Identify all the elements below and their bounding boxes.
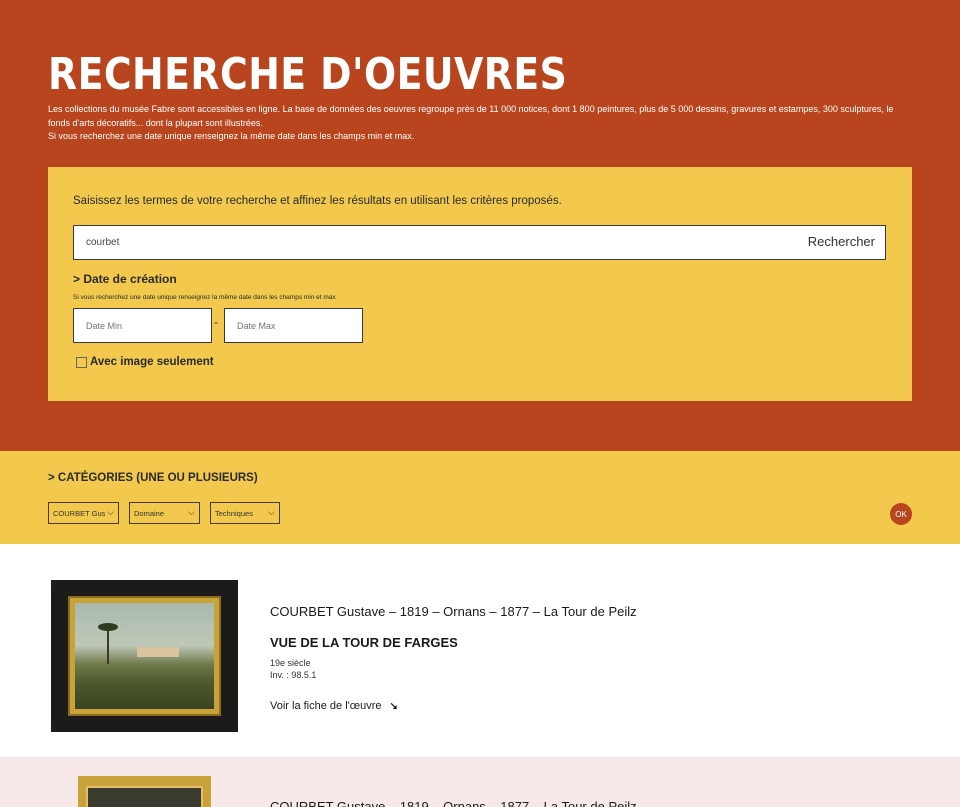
result-inventory: Inv. : 98.5.1 bbox=[270, 670, 317, 680]
date-separator: - bbox=[214, 315, 218, 329]
result-item: COURBET Gustave – 1819 – Ornans – 1877 –… bbox=[0, 757, 960, 807]
date-hint: Si vous recherchez une date unique rense… bbox=[73, 294, 336, 301]
painting-tree-canopy bbox=[98, 623, 118, 631]
search-button[interactable]: Rechercher bbox=[808, 234, 875, 249]
intro-text: Les collections du musée Fabre sont acce… bbox=[48, 103, 913, 144]
search-panel: Saisissez les termes de votre recherche … bbox=[48, 167, 912, 401]
artwork-detail-link[interactable]: Voir la fiche de l'œuvre ↘ bbox=[270, 700, 398, 712]
date-min-input[interactable] bbox=[73, 308, 212, 343]
artwork-detail-link-label: Voir la fiche de l'œuvre bbox=[270, 700, 382, 712]
result-item: COURBET Gustave – 1819 – Ornans – 1877 –… bbox=[0, 544, 960, 757]
result-artist: COURBET Gustave – 1819 – Ornans – 1877 –… bbox=[270, 799, 637, 807]
chevron-down-icon: ⌵ bbox=[188, 507, 195, 517]
thumbnail-gilt-frame bbox=[68, 596, 221, 716]
techniques-select-value: Techniques bbox=[215, 508, 253, 518]
ok-button[interactable]: OK bbox=[890, 503, 912, 525]
date-max-input[interactable] bbox=[224, 308, 363, 343]
categories-bar: > CATÉGORIES (UNE OU PLUSIEURS) COURBET … bbox=[0, 451, 960, 544]
image-only-option[interactable]: Avec image seulement bbox=[76, 356, 214, 368]
chevron-down-icon: ⌵ bbox=[268, 507, 275, 517]
result-title[interactable]: VUE DE LA TOUR DE FARGES bbox=[270, 635, 458, 650]
artwork-thumbnail[interactable] bbox=[51, 580, 238, 732]
artist-select[interactable]: COURBET Gustave ⌵ bbox=[48, 502, 119, 524]
thumbnail-painting bbox=[86, 786, 203, 807]
techniques-select[interactable]: Techniques ⌵ bbox=[210, 502, 280, 524]
result-century: 19e siècle bbox=[270, 658, 311, 668]
result-artist: COURBET Gustave – 1819 – Ornans – 1877 –… bbox=[270, 604, 637, 619]
image-only-label: Avec image seulement bbox=[90, 356, 214, 368]
search-field: Rechercher bbox=[73, 225, 886, 260]
hero-banner: RECHERCHE D'OEUVRES Les collections du m… bbox=[0, 0, 960, 451]
domain-select-value: Domaine bbox=[134, 508, 165, 518]
painting-building bbox=[137, 647, 179, 657]
artist-select-value: COURBET Gustave bbox=[53, 508, 105, 518]
thumbnail-painting bbox=[75, 603, 214, 709]
domain-select[interactable]: Domaine ⌵ bbox=[129, 502, 200, 524]
search-input[interactable] bbox=[74, 226, 774, 259]
chevron-down-icon: ⌵ bbox=[107, 507, 114, 517]
date-heading[interactable]: > Date de création bbox=[73, 272, 177, 286]
page-title: RECHERCHE D'OEUVRES bbox=[48, 49, 568, 100]
artwork-thumbnail[interactable] bbox=[78, 776, 211, 807]
image-only-checkbox[interactable] bbox=[76, 356, 87, 368]
search-instructions: Saisissez les termes de votre recherche … bbox=[73, 195, 562, 207]
intro-date-note: Si vous recherchez une date unique rense… bbox=[48, 131, 415, 141]
intro-paragraph: Les collections du musée Fabre sont acce… bbox=[48, 104, 894, 128]
categories-heading: > CATÉGORIES (UNE OU PLUSIEURS) bbox=[48, 472, 258, 484]
painting-tree-trunk bbox=[107, 630, 109, 664]
arrow-down-right-icon: ↘ bbox=[389, 700, 398, 712]
